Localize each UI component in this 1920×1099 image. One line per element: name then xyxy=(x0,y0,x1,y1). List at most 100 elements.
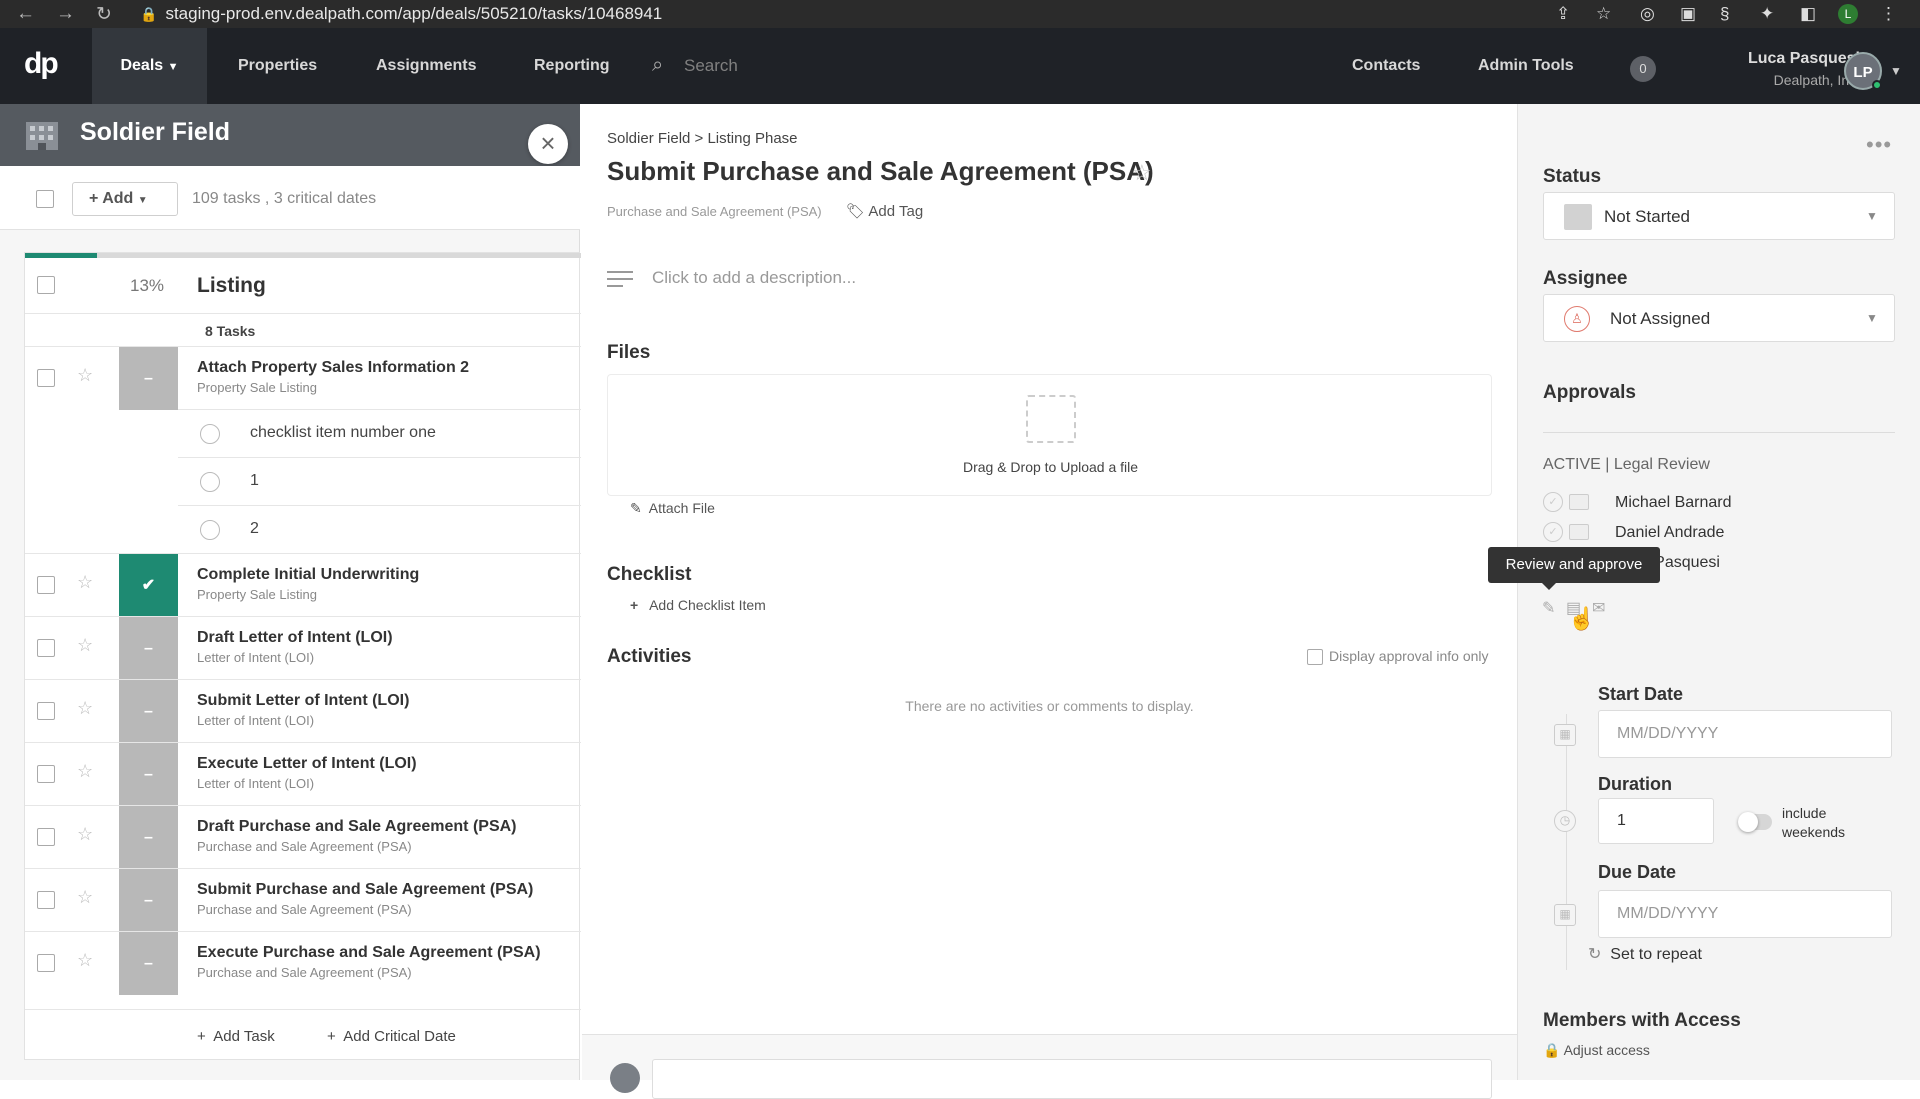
include-weekends-toggle[interactable] xyxy=(1738,812,1772,832)
task-row[interactable]: ☆ – Draft Letter of Intent (LOI) Letter … xyxy=(25,616,581,680)
task-checkbox[interactable] xyxy=(37,765,55,783)
notification-badge[interactable]: 0 xyxy=(1630,56,1656,82)
star-icon[interactable]: ☆ xyxy=(77,698,93,719)
task-title[interactable]: Execute Purchase and Sale Agreement (PSA… xyxy=(197,944,541,962)
forward-icon[interactable]: → xyxy=(56,3,75,25)
task-status[interactable]: – xyxy=(119,869,178,932)
checklist-radio[interactable] xyxy=(200,424,220,444)
bookmark-star-icon[interactable]: ☆ xyxy=(1596,4,1611,24)
back-icon[interactable]: ← xyxy=(16,3,35,25)
task-status[interactable]: – xyxy=(119,680,178,743)
checklist-item[interactable]: 1 xyxy=(178,457,581,505)
add-tag-button[interactable]: 🏷 Add Tag xyxy=(846,202,923,220)
task-checkbox[interactable] xyxy=(37,891,55,909)
extension-icon[interactable]: § xyxy=(1720,4,1729,24)
approval-only-toggle[interactable]: Display approval info only xyxy=(1307,648,1489,666)
task-heading[interactable]: Submit Purchase and Sale Agreement (PSA) xyxy=(607,156,1154,187)
add-task-button[interactable]: + Add Task xyxy=(197,1028,275,1045)
task-title[interactable]: Draft Purchase and Sale Agreement (PSA) xyxy=(197,818,517,836)
select-all-checkbox[interactable] xyxy=(36,190,54,208)
task-row[interactable]: ☆ – Submit Purchase and Sale Agreement (… xyxy=(25,868,581,932)
star-icon[interactable]: ☆ xyxy=(77,635,93,656)
profile-icon[interactable]: L xyxy=(1838,4,1858,24)
more-options-icon[interactable]: ••• xyxy=(1866,132,1892,158)
extension-icon[interactable]: ◎ xyxy=(1640,4,1655,24)
star-icon[interactable]: ☆ xyxy=(1132,160,1152,186)
address-bar[interactable]: 🔒 staging-prod.env.dealpath.com/app/deals… xyxy=(140,0,662,28)
reload-icon[interactable]: ↻ xyxy=(96,3,112,26)
duration-input[interactable] xyxy=(1598,798,1714,844)
task-status[interactable]: – xyxy=(119,806,178,869)
task-row[interactable]: ☆ – Execute Purchase and Sale Agreement … xyxy=(25,931,581,995)
checklist-radio[interactable] xyxy=(200,520,220,540)
comment-input[interactable] xyxy=(652,1059,1492,1099)
task-checkbox[interactable] xyxy=(37,639,55,657)
task-title[interactable]: Draft Letter of Intent (LOI) xyxy=(197,629,393,647)
search-input[interactable] xyxy=(684,54,944,78)
task-title[interactable]: Complete Initial Underwriting xyxy=(197,566,419,584)
task-status[interactable]: – xyxy=(119,743,178,806)
description-placeholder[interactable]: Click to add a description... xyxy=(652,268,856,288)
nav-properties[interactable]: Properties xyxy=(238,28,317,104)
due-date-input[interactable] xyxy=(1598,890,1892,938)
nav-admin-tools[interactable]: Admin Tools xyxy=(1478,28,1574,104)
user-name[interactable]: Luca Pasquesi xyxy=(1680,50,1860,68)
task-tag[interactable]: Purchase and Sale Agreement (PSA) xyxy=(607,204,822,219)
dealpath-logo[interactable]: dp xyxy=(24,47,64,85)
checklist-item[interactable]: checklist item number one xyxy=(178,409,581,457)
star-icon[interactable]: ☆ xyxy=(77,887,93,908)
task-row[interactable]: ☆ – Attach Property Sales Information 2 … xyxy=(25,346,581,410)
task-title[interactable]: Attach Property Sales Information 2 xyxy=(197,359,469,377)
nav-reporting[interactable]: Reporting xyxy=(534,28,610,104)
assignee-dropdown[interactable]: ♙ Not Assigned ▼ xyxy=(1543,294,1895,342)
task-row[interactable]: ☆ ✔ Complete Initial Underwriting Proper… xyxy=(25,553,581,617)
task-title[interactable]: Execute Letter of Intent (LOI) xyxy=(197,755,417,773)
add-critical-date-button[interactable]: + Add Critical Date xyxy=(327,1028,456,1045)
star-icon[interactable]: ☆ xyxy=(77,824,93,845)
attach-file-button[interactable]: ✎ Attach File xyxy=(630,500,715,517)
menu-kebab-icon[interactable]: ⋮ xyxy=(1880,4,1897,24)
file-dropzone[interactable]: Drag & Drop to Upload a file xyxy=(607,374,1492,496)
star-icon[interactable]: ☆ xyxy=(77,950,93,971)
task-checkbox[interactable] xyxy=(37,369,55,387)
star-icon[interactable]: ☆ xyxy=(77,572,93,593)
star-icon[interactable]: ☆ xyxy=(77,761,93,782)
approval-only-checkbox[interactable] xyxy=(1307,649,1323,666)
task-row[interactable]: ☆ – Submit Letter of Intent (LOI) Letter… xyxy=(25,679,581,743)
approver-row[interactable]: ✓ Michael Barnard xyxy=(1543,492,1843,516)
task-checkbox[interactable] xyxy=(37,828,55,846)
add-button[interactable]: + Add ▼ xyxy=(72,182,178,216)
close-icon[interactable]: × xyxy=(528,124,568,164)
adjust-access-link[interactable]: 🔒 Adjust access xyxy=(1543,1042,1650,1059)
nav-deals[interactable]: Deals ▼ xyxy=(92,28,207,104)
sidebar-icon[interactable]: ◧ xyxy=(1800,4,1816,24)
approver-row[interactable]: ✓ Daniel Andrade xyxy=(1543,522,1843,546)
puzzle-icon[interactable]: ✦ xyxy=(1760,4,1774,24)
checklist-radio[interactable] xyxy=(200,472,220,492)
start-date-input[interactable] xyxy=(1598,710,1892,758)
task-status[interactable]: – xyxy=(119,347,178,410)
phase-checkbox[interactable] xyxy=(37,276,55,294)
status-dropdown[interactable]: Not Started ▼ xyxy=(1543,192,1895,240)
task-row[interactable]: ☆ – Execute Letter of Intent (LOI) Lette… xyxy=(25,742,581,806)
task-title[interactable]: Submit Purchase and Sale Agreement (PSA) xyxy=(197,881,533,899)
checklist-item[interactable]: 2 xyxy=(178,505,581,553)
extension-icon[interactable]: ▣ xyxy=(1680,4,1696,24)
nav-contacts[interactable]: Contacts xyxy=(1352,28,1420,104)
task-status[interactable]: – xyxy=(119,932,178,995)
set-repeat-button[interactable]: ↻ Set to repeat xyxy=(1588,944,1702,964)
task-status-complete[interactable]: ✔ xyxy=(119,554,178,617)
task-checkbox[interactable] xyxy=(37,576,55,594)
task-checkbox[interactable] xyxy=(37,702,55,720)
edit-pencil-icon[interactable]: ✎ xyxy=(1542,598,1555,618)
share-icon[interactable]: ⇪ xyxy=(1556,4,1570,24)
task-status[interactable]: – xyxy=(119,617,178,680)
breadcrumb[interactable]: Soldier Field > Listing Phase xyxy=(607,130,798,147)
add-checklist-item-button[interactable]: + Add Checklist Item xyxy=(630,597,766,613)
task-row[interactable]: ☆ – Draft Purchase and Sale Agreement (P… xyxy=(25,805,581,869)
task-title[interactable]: Submit Letter of Intent (LOI) xyxy=(197,692,409,710)
nav-assignments[interactable]: Assignments xyxy=(376,28,476,104)
phase-title[interactable]: Listing xyxy=(197,274,266,298)
star-icon[interactable]: ☆ xyxy=(77,365,93,386)
task-checkbox[interactable] xyxy=(37,954,55,972)
